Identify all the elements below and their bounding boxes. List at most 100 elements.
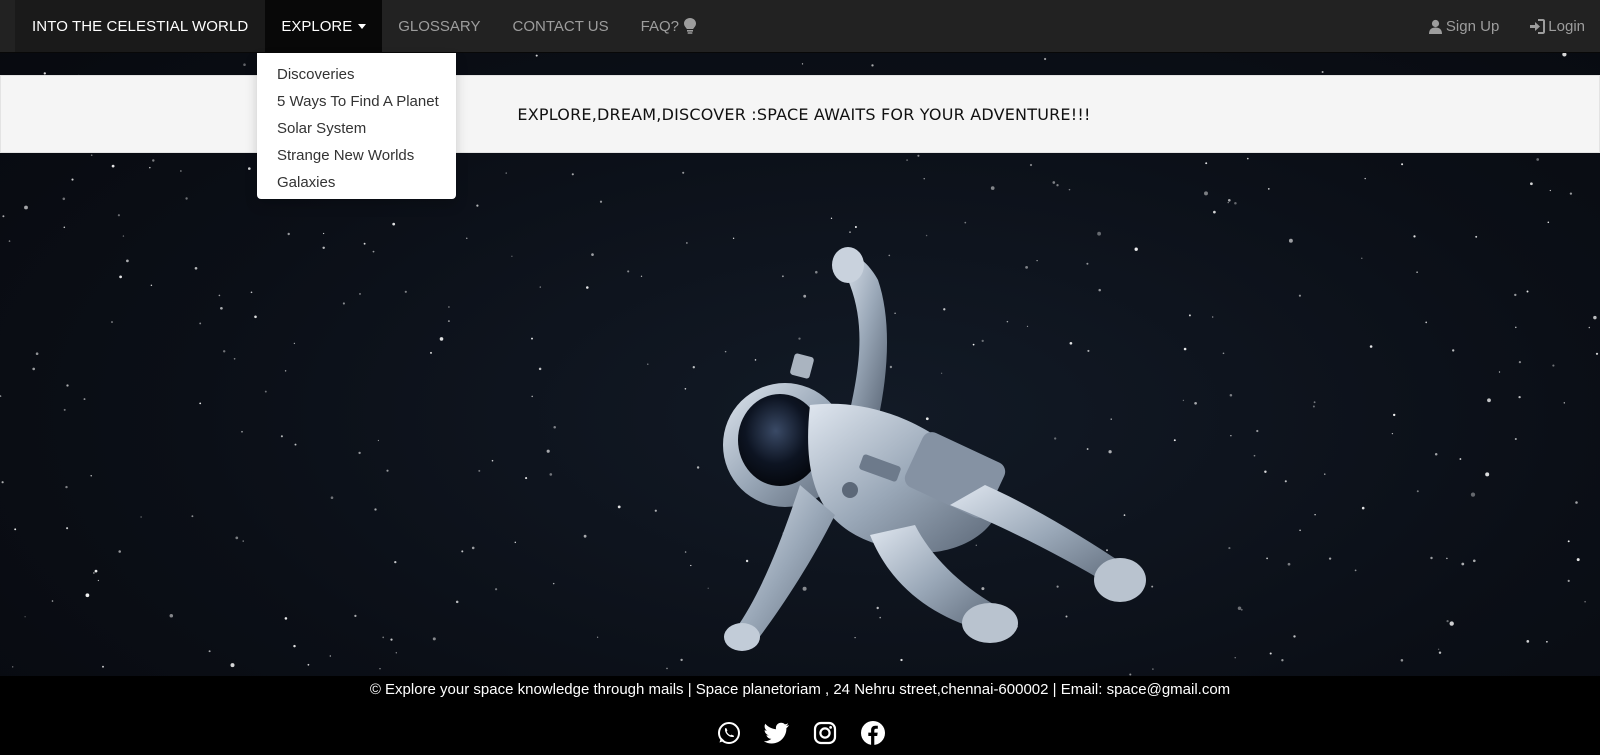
star: [71, 178, 74, 181]
star: [432, 637, 436, 641]
star: [1205, 162, 1208, 165]
star: [1547, 221, 1550, 224]
star: [126, 259, 129, 263]
star: [191, 515, 194, 518]
star: [1549, 189, 1551, 192]
nav-explore-dropdown[interactable]: EXPLORE: [265, 0, 383, 52]
star: [180, 170, 182, 172]
brand-link[interactable]: INTO THE CELESTIAL WORLD: [15, 0, 266, 52]
star: [448, 306, 450, 308]
star: [97, 579, 100, 582]
star: [307, 663, 310, 666]
star: [1240, 608, 1243, 611]
star: [539, 286, 541, 288]
star: [83, 398, 86, 401]
star: [392, 222, 396, 226]
star: [152, 159, 155, 162]
twitter-icon[interactable]: [764, 720, 790, 746]
star: [1267, 188, 1270, 190]
star: [1253, 454, 1256, 457]
star: [1487, 398, 1491, 403]
star: [553, 426, 556, 429]
star: [478, 469, 481, 472]
star: [1430, 556, 1433, 560]
star: [1438, 651, 1442, 654]
star: [8, 240, 11, 242]
star: [696, 466, 700, 469]
star: [1229, 393, 1233, 397]
star: [85, 593, 90, 598]
dropdown-item-discoveries[interactable]: Discoveries: [257, 61, 456, 88]
star: [1314, 513, 1316, 516]
instagram-icon[interactable]: [812, 720, 838, 746]
dropdown-item-find-a-planet[interactable]: 5 Ways To Find A Planet: [257, 88, 456, 115]
star: [596, 636, 599, 638]
star: [1567, 540, 1570, 543]
star: [1321, 71, 1324, 73]
star: [218, 294, 221, 297]
star: [12, 666, 14, 668]
star: [394, 560, 397, 564]
star: [1281, 659, 1284, 662]
star: [1498, 371, 1501, 373]
star: [199, 402, 202, 405]
star: [1452, 349, 1455, 352]
nav-sign-up[interactable]: Sign Up: [1413, 0, 1514, 52]
star: [254, 315, 257, 319]
nav-glossary[interactable]: GLOSSARY: [382, 0, 496, 52]
star: [1552, 364, 1555, 367]
star: [732, 237, 735, 239]
star: [1043, 57, 1047, 61]
star: [461, 550, 464, 553]
star: [1391, 432, 1394, 435]
star: [293, 342, 296, 345]
star: [1563, 402, 1565, 404]
star: [243, 63, 246, 66]
star: [525, 477, 528, 480]
page-footer: © Explore your space knowledge through m…: [0, 676, 1600, 755]
star: [65, 485, 68, 489]
star: [1188, 314, 1191, 317]
nav-contact-us[interactable]: CONTACT US: [496, 0, 624, 52]
star: [511, 255, 513, 257]
star: [491, 459, 494, 462]
star: [686, 242, 688, 244]
star: [90, 475, 92, 477]
star: [538, 367, 542, 371]
star: [1293, 635, 1296, 638]
star: [1526, 640, 1530, 643]
star: [264, 390, 267, 393]
star: [1364, 177, 1366, 180]
dropdown-item-galaxies[interactable]: Galaxies: [257, 169, 456, 196]
star: [63, 408, 66, 411]
star: [1313, 401, 1316, 404]
whatsapp-icon[interactable]: [716, 720, 742, 746]
facebook-icon[interactable]: [860, 720, 886, 746]
star: [1569, 192, 1573, 195]
astronaut-image: [723, 247, 1146, 651]
star: [1228, 547, 1231, 550]
star: [1413, 235, 1416, 238]
dropdown-item-solar-system[interactable]: Solar System: [257, 115, 456, 142]
nav-login[interactable]: Login: [1514, 0, 1600, 52]
star: [119, 275, 122, 279]
star: [1266, 557, 1268, 560]
star: [1052, 181, 1056, 184]
star: [14, 528, 17, 531]
star: [801, 63, 804, 65]
star: [386, 469, 389, 472]
nav-faq[interactable]: FAQ?: [625, 0, 713, 52]
dropdown-item-strange-new-worlds[interactable]: Strange New Worlds: [257, 142, 456, 169]
star: [220, 306, 223, 310]
star: [1194, 401, 1197, 405]
star: [1212, 316, 1214, 318]
star: [63, 226, 66, 229]
star: [1183, 347, 1187, 351]
star: [1470, 492, 1476, 497]
star: [280, 435, 283, 438]
star: [1526, 290, 1529, 293]
star: [1269, 652, 1272, 655]
star: [51, 600, 54, 602]
star: [1227, 201, 1229, 204]
star: [917, 154, 920, 157]
